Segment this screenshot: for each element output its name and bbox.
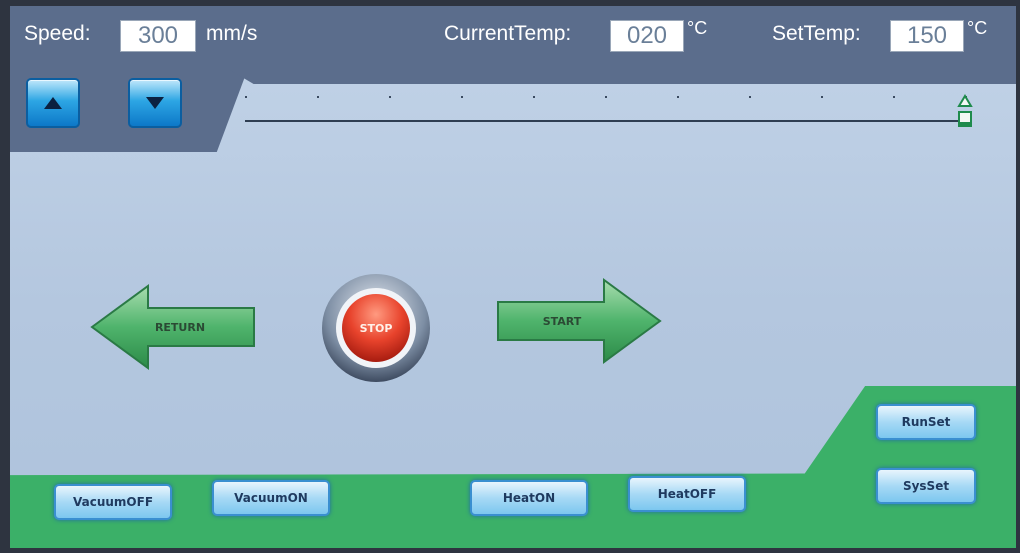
down-button[interactable] <box>128 78 182 128</box>
control-bar-strip <box>230 70 1016 84</box>
return-label: RETURN <box>155 321 205 334</box>
heat-off-button[interactable]: HeatOFF <box>628 476 746 512</box>
return-button[interactable]: RETURN <box>90 284 260 370</box>
set-temp-unit: °C <box>967 18 988 38</box>
stop-button[interactable]: STOP <box>320 272 432 384</box>
set-temp-label: SetTemp: <box>772 22 861 45</box>
speed-slider-track[interactable] <box>245 120 965 122</box>
slider-tick <box>677 96 679 98</box>
stop-label: STOP <box>359 321 393 335</box>
triangle-down-icon <box>146 97 164 109</box>
slider-tick <box>893 96 895 98</box>
triangle-up-icon <box>44 97 62 109</box>
current-temp-value: 020 <box>610 20 684 52</box>
bottom-panel <box>10 386 1016 548</box>
speed-value-field[interactable]: 300 <box>120 20 196 52</box>
sysset-button[interactable]: SysSet <box>876 468 976 504</box>
set-temp-value-field[interactable]: 150 <box>890 20 964 52</box>
vacuum-off-button[interactable]: VacuumOFF <box>54 484 172 520</box>
slider-tick <box>317 96 319 98</box>
header-bar: Speed: 300 mm/s CurrentTemp: 020 °C SetT… <box>10 6 1016 70</box>
current-temp-unit: °C <box>687 18 708 38</box>
slider-tick <box>605 96 607 98</box>
slider-tick <box>461 96 463 98</box>
start-button[interactable]: START <box>496 278 664 364</box>
hmi-screen: Speed: 300 mm/s CurrentTemp: 020 °C SetT… <box>10 6 1016 548</box>
slider-tick <box>533 96 535 98</box>
runset-button[interactable]: RunSet <box>876 404 976 440</box>
speed-unit: mm/s <box>206 22 258 45</box>
vacuum-on-button[interactable]: VacuumON <box>212 480 330 516</box>
slider-tick <box>389 96 391 98</box>
start-label: START <box>543 315 582 328</box>
speed-label: Speed: <box>24 22 91 45</box>
slider-tick <box>749 96 751 98</box>
slider-handle[interactable] <box>956 92 974 132</box>
up-button[interactable] <box>26 78 80 128</box>
heat-on-button[interactable]: HeatON <box>470 480 588 516</box>
slider-tick <box>821 96 823 98</box>
slider-tick <box>245 96 247 98</box>
current-temp-label: CurrentTemp: <box>444 22 572 45</box>
